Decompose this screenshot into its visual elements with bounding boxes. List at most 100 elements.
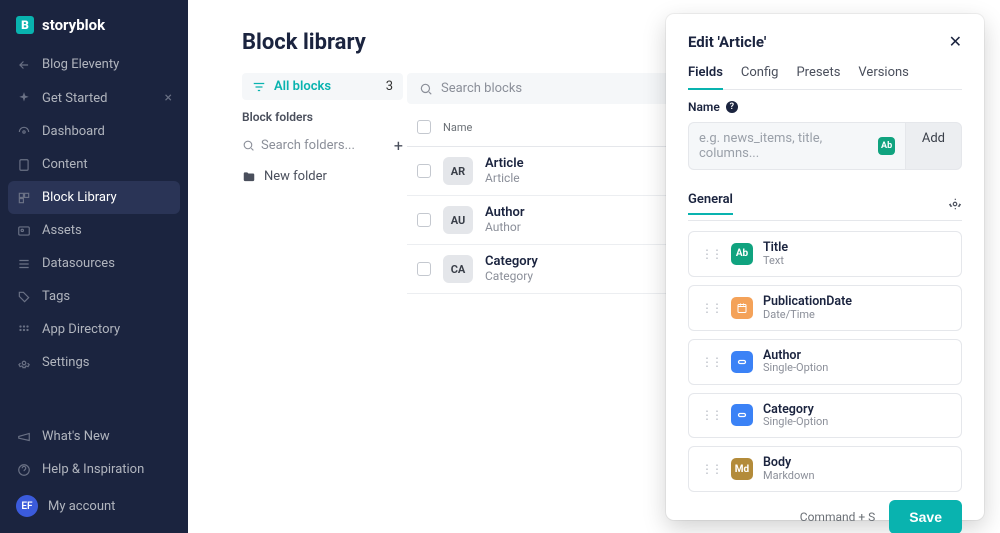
sidebar-item-get-started[interactable]: Get Started × — [0, 81, 188, 115]
sidebar-item-label: Block Library — [42, 190, 117, 205]
drag-handle-icon[interactable]: ⋮⋮ — [701, 301, 721, 315]
row-checkbox[interactable] — [417, 262, 431, 276]
sidebar-item-label: Tags — [42, 289, 70, 304]
field-type-icon[interactable]: Ab — [878, 137, 895, 155]
fields-section-label: General — [688, 192, 733, 215]
block-subtitle: Article — [485, 172, 524, 185]
drag-handle-icon[interactable]: ⋮⋮ — [701, 462, 721, 476]
tab-presets[interactable]: Presets — [796, 65, 840, 89]
field-name: Title — [763, 241, 788, 255]
field-type-icon — [731, 404, 753, 426]
main: Block library All blocks 3 Block folders… — [188, 0, 1000, 533]
search-icon — [242, 139, 255, 152]
arrow-left-icon — [16, 58, 32, 72]
block-badge: CA — [443, 255, 473, 283]
block-subtitle: Author — [485, 221, 525, 234]
sidebar-item-dashboard[interactable]: Dashboard — [0, 115, 188, 148]
block-badge: AR — [443, 157, 473, 185]
tab-fields[interactable]: Fields — [688, 65, 723, 90]
add-field-button[interactable]: Add — [905, 122, 962, 170]
sidebar-item-label: App Directory — [42, 322, 120, 337]
sparkle-icon — [16, 91, 32, 105]
sidebar-item-label: My account — [48, 499, 115, 514]
brand-name: storyblok — [42, 16, 105, 34]
sidebar-item-tags[interactable]: Tags — [0, 280, 188, 313]
sidebar-item-content[interactable]: Content — [0, 148, 188, 181]
row-checkbox[interactable] — [417, 213, 431, 227]
block-badge: AU — [443, 206, 473, 234]
search-icon — [419, 82, 433, 96]
section-settings-button[interactable] — [948, 197, 962, 211]
sidebar-item-label: Assets — [42, 223, 82, 238]
all-blocks-item[interactable]: All blocks 3 — [242, 73, 403, 100]
field-card[interactable]: ⋮⋮ Md BodyMarkdown — [688, 446, 962, 492]
filter-icon — [252, 80, 266, 94]
field-name: Body — [763, 456, 815, 470]
field-card[interactable]: ⋮⋮AbTitleText — [688, 231, 962, 277]
sidebar: B storyblok Blog Eleventy Get Started × … — [0, 0, 188, 533]
field-type-icon — [731, 297, 753, 319]
gauge-icon — [16, 125, 32, 139]
grid-icon — [16, 323, 32, 337]
all-blocks-count: 3 — [386, 79, 393, 94]
block-subtitle: Category — [485, 270, 538, 283]
tag-icon — [16, 290, 32, 304]
sidebar-back[interactable]: Blog Eleventy — [0, 48, 188, 81]
drag-handle-icon[interactable]: ⋮⋮ — [701, 408, 721, 422]
new-folder-item[interactable]: New folder — [242, 161, 403, 192]
search-folders-input[interactable]: Search folders... — [261, 138, 355, 153]
field-card[interactable]: ⋮⋮CategorySingle-Option — [688, 393, 962, 439]
sidebar-back-label: Blog Eleventy — [42, 57, 119, 72]
sidebar-item-label: Help & Inspiration — [42, 462, 144, 477]
block-folders-heading: Block folders — [242, 110, 403, 124]
folder-icon — [242, 170, 256, 184]
close-icon[interactable]: × — [165, 90, 172, 106]
megaphone-icon — [16, 430, 32, 444]
save-hint: Command + S — [800, 510, 876, 524]
field-name: PublicationDate — [763, 295, 852, 309]
sidebar-item-account[interactable]: EF My account — [0, 486, 188, 533]
sidebar-item-assets[interactable]: Assets — [0, 214, 188, 247]
tab-config[interactable]: Config — [741, 65, 779, 89]
panel-title: Edit 'Article' — [688, 33, 766, 51]
sidebar-item-label: Dashboard — [42, 124, 105, 139]
image-icon — [16, 224, 32, 238]
sidebar-item-datasources[interactable]: Datasources — [0, 247, 188, 280]
add-folder-button[interactable]: + — [394, 136, 403, 155]
brand-mark-icon: B — [16, 16, 34, 34]
help-icon[interactable]: ? — [726, 101, 738, 113]
help-icon — [16, 463, 32, 477]
sidebar-item-label: Get Started — [42, 91, 107, 106]
sidebar-item-help[interactable]: Help & Inspiration — [0, 453, 188, 486]
new-folder-label: New folder — [264, 169, 327, 184]
new-field-name-input[interactable]: e.g. news_items, title, columns... Ab — [688, 122, 905, 170]
field-type-icon: Md — [731, 458, 753, 480]
field-type: Single-Option — [763, 362, 828, 374]
field-name: Author — [763, 349, 828, 363]
sidebar-item-block-library[interactable]: Block Library — [8, 181, 180, 214]
edit-block-panel: Edit 'Article' ✕ Fields Config Presets V… — [666, 14, 984, 520]
sidebar-item-label: What's New — [42, 429, 110, 444]
sidebar-item-whats-new[interactable]: What's New — [0, 420, 188, 453]
tab-versions[interactable]: Versions — [858, 65, 908, 89]
blocks-icon — [16, 191, 32, 205]
field-type: Markdown — [763, 470, 815, 482]
field-type-icon — [731, 351, 753, 373]
avatar: EF — [16, 495, 38, 517]
row-checkbox[interactable] — [417, 164, 431, 178]
sidebar-item-label: Content — [42, 157, 88, 172]
sidebar-item-app-directory[interactable]: App Directory — [0, 313, 188, 346]
name-placeholder: e.g. news_items, title, columns... — [699, 131, 870, 161]
block-name: Article — [485, 157, 524, 171]
panel-close-button[interactable]: ✕ — [949, 32, 962, 51]
brand-logo[interactable]: B storyblok — [0, 12, 188, 48]
sidebar-item-label: Datasources — [42, 256, 115, 271]
save-button[interactable]: Save — [889, 500, 962, 533]
drag-handle-icon[interactable]: ⋮⋮ — [701, 355, 721, 369]
field-card[interactable]: ⋮⋮PublicationDateDate/Time — [688, 285, 962, 331]
field-card[interactable]: ⋮⋮ AuthorSingle-Option — [688, 339, 962, 385]
field-type: Single-Option — [763, 416, 828, 428]
drag-handle-icon[interactable]: ⋮⋮ — [701, 247, 721, 261]
select-all-checkbox[interactable] — [417, 120, 431, 134]
sidebar-item-settings[interactable]: Settings — [0, 346, 188, 379]
